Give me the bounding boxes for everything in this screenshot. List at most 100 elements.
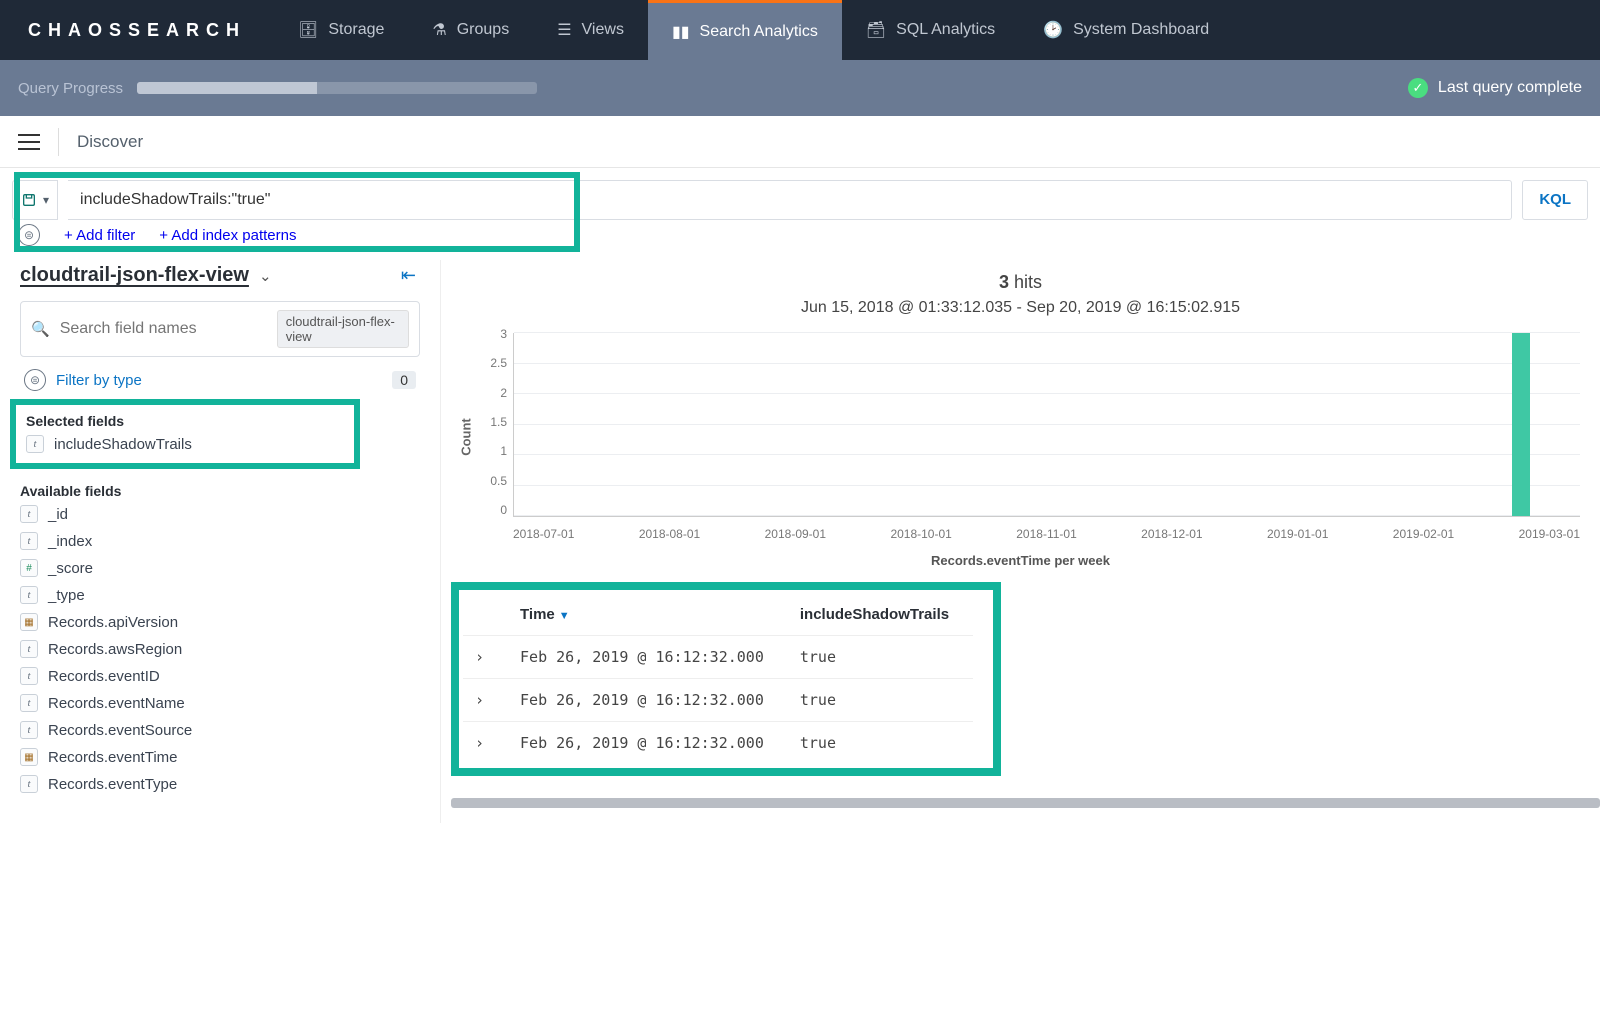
field-name: includeShadowTrails <box>54 436 192 453</box>
chevron-down-icon: ▾ <box>43 193 49 207</box>
query-progress-label: Query Progress <box>18 80 123 97</box>
field-item[interactable]: tRecords.eventSource <box>20 721 420 739</box>
field-item[interactable]: t includeShadowTrails <box>26 435 344 453</box>
field-item[interactable]: ▦ Records.apiVersion <box>20 613 420 631</box>
chart-xaxis: 2018-07-012018-08-012018-09-012018-10-01… <box>513 527 1580 541</box>
expand-row-icon[interactable]: › <box>463 636 508 679</box>
selected-fields-label: Selected fields <box>26 413 344 429</box>
field-type-icon: t <box>20 694 38 712</box>
nav-storage[interactable]: 🗄 Storage <box>274 0 408 60</box>
field-search[interactable]: 🔍 cloudtrail-json-flex-view <box>20 301 420 357</box>
filter-options-icon[interactable]: ⊜ <box>18 224 40 246</box>
expand-row-icon[interactable]: › <box>463 722 508 765</box>
chart-xlabel: Records.eventTime per week <box>441 547 1600 582</box>
field-name: Records.eventID <box>48 668 160 685</box>
check-icon: ✓ <box>1408 78 1428 98</box>
nav-label: Search Analytics <box>700 23 818 41</box>
sort-desc-icon: ▼ <box>559 610 570 622</box>
hit-count: 3 hits <box>441 260 1600 299</box>
field-item[interactable]: t _type <box>20 586 420 604</box>
top-nav: CHAOSSEARCH 🗄 Storage ⚗ Groups ☰ Views ▮… <box>0 0 1600 60</box>
chart-bar[interactable] <box>1512 333 1530 516</box>
field-name: _type <box>48 587 85 604</box>
table-row[interactable]: ›Feb 26, 2019 @ 16:12:32.000true <box>463 636 973 679</box>
highlight-box: Time▼ includeShadowTrails ›Feb 26, 2019 … <box>451 582 1001 776</box>
field-type-icon: # <box>20 559 38 577</box>
field-type-icon: t <box>20 667 38 685</box>
query-status: ✓ Last query complete <box>1408 78 1582 98</box>
search-input[interactable] <box>68 180 1512 220</box>
nav-groups[interactable]: ⚗ Groups <box>408 0 533 60</box>
discover-toolbar: Discover <box>0 116 1600 168</box>
nav-system-dashboard[interactable]: 🕑 System Dashboard <box>1019 0 1233 60</box>
cell-time: Feb 26, 2019 @ 16:12:32.000 <box>508 679 788 722</box>
field-name: _id <box>48 506 68 523</box>
highlight-box: Selected fields t includeShadowTrails <box>10 399 360 469</box>
db-icon: 🗃 <box>866 20 886 40</box>
field-type-icon: ▦ <box>20 613 38 631</box>
field-item[interactable]: ▦ Records.eventTime <box>20 748 420 766</box>
table-row[interactable]: ›Feb 26, 2019 @ 16:12:32.000true <box>463 722 973 765</box>
available-fields-label: Available fields <box>20 483 420 499</box>
horizontal-scrollbar[interactable] <box>451 798 1600 808</box>
field-search-tag: cloudtrail-json-flex-view <box>277 310 409 348</box>
field-item[interactable]: t_index <box>20 532 420 550</box>
filter-by-type-label: Filter by type <box>56 372 142 389</box>
field-type-icon: t <box>26 435 44 453</box>
query-progress-bar: Query Progress ✓ Last query complete <box>0 60 1600 116</box>
field-search-input[interactable] <box>60 320 267 338</box>
nav-label: Storage <box>328 21 384 39</box>
query-progress-track <box>137 82 537 94</box>
field-item[interactable]: tRecords.eventType <box>20 775 420 793</box>
chart-ylabel: Count <box>458 418 473 456</box>
field-type-icon: t <box>20 505 38 523</box>
field-name: Records.apiVersion <box>48 614 178 631</box>
field-type-icon: t <box>20 586 38 604</box>
table-row[interactable]: ›Feb 26, 2019 @ 16:12:32.000true <box>463 679 973 722</box>
chart-yaxis: 32.521.510.50 <box>473 327 507 517</box>
nav-label: Views <box>582 21 624 39</box>
index-pattern-select[interactable]: cloudtrail-json-flex-view <box>20 264 249 287</box>
col-time[interactable]: Time▼ <box>508 594 788 636</box>
results-table: Time▼ includeShadowTrails ›Feb 26, 2019 … <box>463 594 973 764</box>
field-name: Records.eventTime <box>48 749 178 766</box>
page-title: Discover <box>77 132 143 152</box>
saved-query-button[interactable]: ▾ <box>12 180 58 220</box>
cell-time: Feb 26, 2019 @ 16:12:32.000 <box>508 722 788 765</box>
field-type-icon: t <box>20 640 38 658</box>
field-name: Records.eventName <box>48 695 185 712</box>
add-filter-button[interactable]: + Add filter <box>64 227 135 244</box>
query-status-text: Last query complete <box>1438 79 1582 97</box>
kql-toggle[interactable]: KQL <box>1522 180 1588 220</box>
histogram-chart[interactable]: Count 32.521.510.50 2018-07-012018-08-01… <box>441 327 1600 547</box>
field-item[interactable]: t Records.eventID <box>20 667 420 685</box>
nav-label: SQL Analytics <box>896 21 995 39</box>
nav-tabs: 🗄 Storage ⚗ Groups ☰ Views ▮▮ Search Ana… <box>274 0 1233 60</box>
date-range: Jun 15, 2018 @ 01:33:12.035 - Sep 20, 20… <box>441 299 1600 327</box>
field-item[interactable]: t _id <box>20 505 420 523</box>
cell-value: true <box>788 636 973 679</box>
storage-icon: 🗄 <box>298 20 318 40</box>
filter-type-count: 0 <box>392 371 416 389</box>
separator <box>58 128 59 156</box>
field-item[interactable]: tRecords.awsRegion <box>20 640 420 658</box>
field-item[interactable]: t Records.eventName <box>20 694 420 712</box>
clock-icon: 🕑 <box>1043 20 1063 40</box>
expand-row-icon[interactable]: › <box>463 679 508 722</box>
add-index-patterns-button[interactable]: + Add index patterns <box>159 227 296 244</box>
cell-time: Feb 26, 2019 @ 16:12:32.000 <box>508 636 788 679</box>
nav-sql-analytics[interactable]: 🗃 SQL Analytics <box>842 0 1019 60</box>
field-item[interactable]: #_score <box>20 559 420 577</box>
nav-views[interactable]: ☰ Views <box>533 0 648 60</box>
field-type-icon: t <box>20 532 38 550</box>
nav-search-analytics[interactable]: ▮▮ Search Analytics <box>648 0 842 60</box>
field-name: Records.eventType <box>48 776 177 793</box>
collapse-sidebar-icon[interactable]: ⇤ <box>401 265 416 286</box>
field-type-icon: ▦ <box>20 748 38 766</box>
save-icon <box>21 192 37 208</box>
col-value[interactable]: includeShadowTrails <box>788 594 973 636</box>
chevron-down-icon[interactable]: ⌄ <box>259 267 272 285</box>
main-layout: cloudtrail-json-flex-view ⌄ ⇤ 🔍 cloudtra… <box>0 260 1600 823</box>
hamburger-icon[interactable] <box>18 134 40 150</box>
filter-by-type[interactable]: ⊜ Filter by type 0 <box>20 367 420 393</box>
